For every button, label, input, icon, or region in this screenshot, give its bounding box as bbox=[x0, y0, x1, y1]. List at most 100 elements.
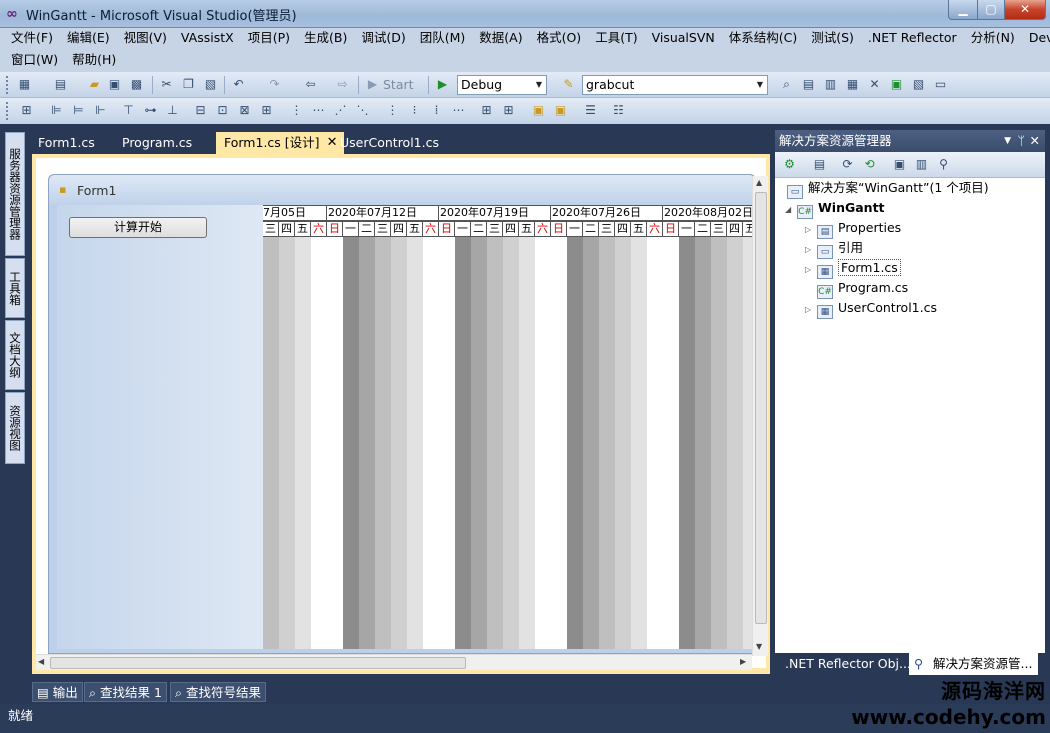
tree-usercontrol1[interactable]: ▷ ▦ UserControl1.cs bbox=[805, 298, 937, 320]
class-diagram-icon[interactable]: ⚲ bbox=[935, 156, 952, 173]
find-in-files-icon[interactable]: ✎ bbox=[560, 76, 577, 93]
add-item-icon[interactable]: ▤ bbox=[52, 76, 69, 93]
start-page-icon[interactable]: ▣ bbox=[888, 76, 905, 93]
gantt-chart[interactable]: 7月05日 2020年07月12日 2020年07月19日 2020年07月26日 20… bbox=[263, 205, 755, 649]
tree-project[interactable]: ◢ C# WinGantt bbox=[785, 198, 885, 219]
tab-find-symbol-results[interactable]: ⌕ 查找符号结果 bbox=[170, 682, 266, 702]
send-to-back-icon[interactable]: ▣ bbox=[552, 102, 569, 119]
cut-icon[interactable]: ✂ bbox=[158, 76, 175, 93]
menu-item[interactable]: 窗口(W) bbox=[4, 50, 65, 70]
menu-item[interactable]: 体系结构(C) bbox=[722, 28, 804, 48]
decrease-vertical-spacing-icon[interactable]: ⁞ bbox=[428, 102, 445, 119]
menu-item[interactable]: 测试(S) bbox=[804, 28, 861, 48]
menu-item[interactable]: VAssistX bbox=[174, 28, 241, 48]
find-combo[interactable]: grabcut ▼ bbox=[582, 75, 768, 95]
form1-window[interactable]: ▪ Form1 计算开始 7月05日 2020年07月12日 2020年07月19日… bbox=[48, 174, 756, 654]
menu-item[interactable]: 文件(F) bbox=[4, 28, 60, 48]
menu-item[interactable]: DevExpress bbox=[1022, 28, 1050, 48]
tree-properties[interactable]: ▷ ▤ Properties bbox=[805, 218, 901, 240]
expand-icon[interactable]: ▷ bbox=[805, 260, 817, 280]
solution-config-combo[interactable]: Debug ▼ bbox=[457, 75, 547, 95]
minimize-button[interactable]: ▁ bbox=[948, 0, 978, 20]
navigate-forward-icon[interactable]: ⇨ bbox=[334, 76, 351, 93]
remove-horizontal-spacing-icon[interactable]: ⋱ bbox=[354, 102, 371, 119]
align-lefts-icon[interactable]: ⊫ bbox=[48, 102, 65, 119]
tree-program[interactable]: C# Program.cs bbox=[817, 278, 908, 299]
close-button[interactable]: ✕ bbox=[1004, 0, 1046, 20]
menu-item[interactable]: 格式(O) bbox=[530, 28, 589, 48]
calc-start-button[interactable]: 计算开始 bbox=[69, 217, 207, 238]
decrease-horizontal-spacing-icon[interactable]: ⋰ bbox=[332, 102, 349, 119]
remove-vertical-spacing-icon[interactable]: ⋯ bbox=[450, 102, 467, 119]
tab-find-results-1[interactable]: ⌕ 查找结果 1 bbox=[84, 682, 167, 702]
properties-icon[interactable]: ⚙ bbox=[781, 156, 798, 173]
view-code-icon[interactable]: ⟲ bbox=[861, 156, 878, 173]
vertical-spacing-icon[interactable]: ⋮ bbox=[384, 102, 401, 119]
toolbar-grip[interactable] bbox=[6, 76, 9, 94]
command-window-icon[interactable]: ▭ bbox=[932, 76, 949, 93]
vertical-scroll-thumb[interactable] bbox=[755, 192, 767, 624]
increase-horizontal-spacing-icon[interactable]: ⋯ bbox=[310, 102, 327, 119]
tab-usercontrol1-cs[interactable]: UserControl1.cs bbox=[332, 132, 447, 154]
view-class-diagram-icon[interactable]: ▥ bbox=[913, 156, 930, 173]
menu-item[interactable]: .NET Reflector bbox=[861, 28, 964, 48]
same-height-icon[interactable]: ⊡ bbox=[214, 102, 231, 119]
menu-item[interactable]: 编辑(E) bbox=[60, 28, 117, 48]
menu-item[interactable]: 生成(B) bbox=[297, 28, 354, 48]
menu-item[interactable]: 团队(M) bbox=[413, 28, 473, 48]
scroll-up-icon[interactable]: ▲ bbox=[756, 178, 762, 187]
navigate-backward-icon[interactable]: ⇦ bbox=[302, 76, 319, 93]
horizontal-spacing-icon[interactable]: ⋮ bbox=[288, 102, 305, 119]
open-folder-icon[interactable]: ▰ bbox=[86, 76, 103, 93]
scroll-right-icon[interactable]: ▶ bbox=[740, 657, 746, 666]
close-panel-icon[interactable]: ✕ bbox=[1030, 130, 1040, 152]
align-bottoms-icon[interactable]: ⊥ bbox=[164, 102, 181, 119]
align-tops-icon[interactable]: ⊤ bbox=[120, 102, 137, 119]
tree-form1[interactable]: ▷ ▦ Form1.cs bbox=[805, 258, 901, 280]
increase-vertical-spacing-icon[interactable]: ⁝ bbox=[406, 102, 423, 119]
lock-controls-icon[interactable]: ☷ bbox=[610, 102, 627, 119]
server-explorer-tab[interactable]: 服务器资源管理器 bbox=[5, 132, 25, 256]
properties-window-icon[interactable]: ▥ bbox=[822, 76, 839, 93]
new-project-icon[interactable]: ▦ bbox=[16, 76, 33, 93]
chevron-down-icon[interactable]: ▼ bbox=[532, 76, 546, 94]
tab-output[interactable]: ▤ 输出 bbox=[32, 682, 83, 702]
menu-item[interactable]: 视图(V) bbox=[117, 28, 174, 48]
center-horizontally-icon[interactable]: ⊞ bbox=[478, 102, 495, 119]
chevron-down-icon[interactable]: ▼ bbox=[1004, 130, 1011, 152]
toolbox-icon[interactable]: ✕ bbox=[866, 76, 883, 93]
expand-icon[interactable]: ▷ bbox=[805, 300, 817, 320]
extension-manager-icon[interactable]: ▧ bbox=[910, 76, 927, 93]
scroll-left-icon[interactable]: ◀ bbox=[38, 657, 44, 666]
start-label[interactable]: Start bbox=[383, 77, 414, 92]
paste-icon[interactable]: ▧ bbox=[202, 76, 219, 93]
show-all-files-icon[interactable]: ▤ bbox=[811, 156, 828, 173]
menu-item[interactable]: VisualSVN bbox=[645, 28, 722, 48]
horizontal-scroll-thumb[interactable] bbox=[50, 657, 466, 669]
bring-to-front-icon[interactable]: ▣ bbox=[530, 102, 547, 119]
tree-solution[interactable]: ▭ 解决方案“WinGantt”(1 个项目) bbox=[787, 178, 989, 199]
chevron-down-icon[interactable]: ▼ bbox=[753, 76, 767, 94]
designer-horizontal-scrollbar[interactable]: ◀ ▶ bbox=[36, 654, 752, 670]
document-outline-tab[interactable]: 文档大纲 bbox=[5, 320, 25, 390]
debug-start-icon[interactable]: ▶ bbox=[434, 76, 451, 93]
maximize-button[interactable]: ▢ bbox=[977, 0, 1005, 20]
align-rights-icon[interactable]: ⊩ bbox=[92, 102, 109, 119]
find-icon[interactable]: ⌕ bbox=[778, 76, 795, 93]
tab-form1-design[interactable]: Form1.cs [设计] ✕ bbox=[216, 132, 344, 154]
menu-item[interactable]: 项目(P) bbox=[241, 28, 297, 48]
expand-icon[interactable]: ▷ bbox=[805, 240, 817, 260]
resource-view-tab[interactable]: 资源视图 bbox=[5, 392, 25, 464]
scroll-down-icon[interactable]: ▼ bbox=[756, 642, 762, 651]
pin-icon[interactable]: ᛘ bbox=[1017, 130, 1025, 152]
copy-icon[interactable]: ❐ bbox=[180, 76, 197, 93]
designer-vertical-scrollbar[interactable]: ▲ ▼ bbox=[752, 176, 768, 656]
expand-icon[interactable]: ▷ bbox=[805, 220, 817, 240]
undo-icon[interactable]: ↶ bbox=[230, 76, 247, 93]
tab-solution-explorer[interactable]: ⚲ 解决方案资源管... bbox=[909, 653, 1039, 675]
toolbox-tab[interactable]: 工具箱 bbox=[5, 258, 25, 318]
redo-icon[interactable]: ↷ bbox=[266, 76, 283, 93]
align-middles-icon[interactable]: ⊶ bbox=[142, 102, 159, 119]
refresh-icon[interactable]: ⟳ bbox=[839, 156, 856, 173]
same-width-icon[interactable]: ⊟ bbox=[192, 102, 209, 119]
